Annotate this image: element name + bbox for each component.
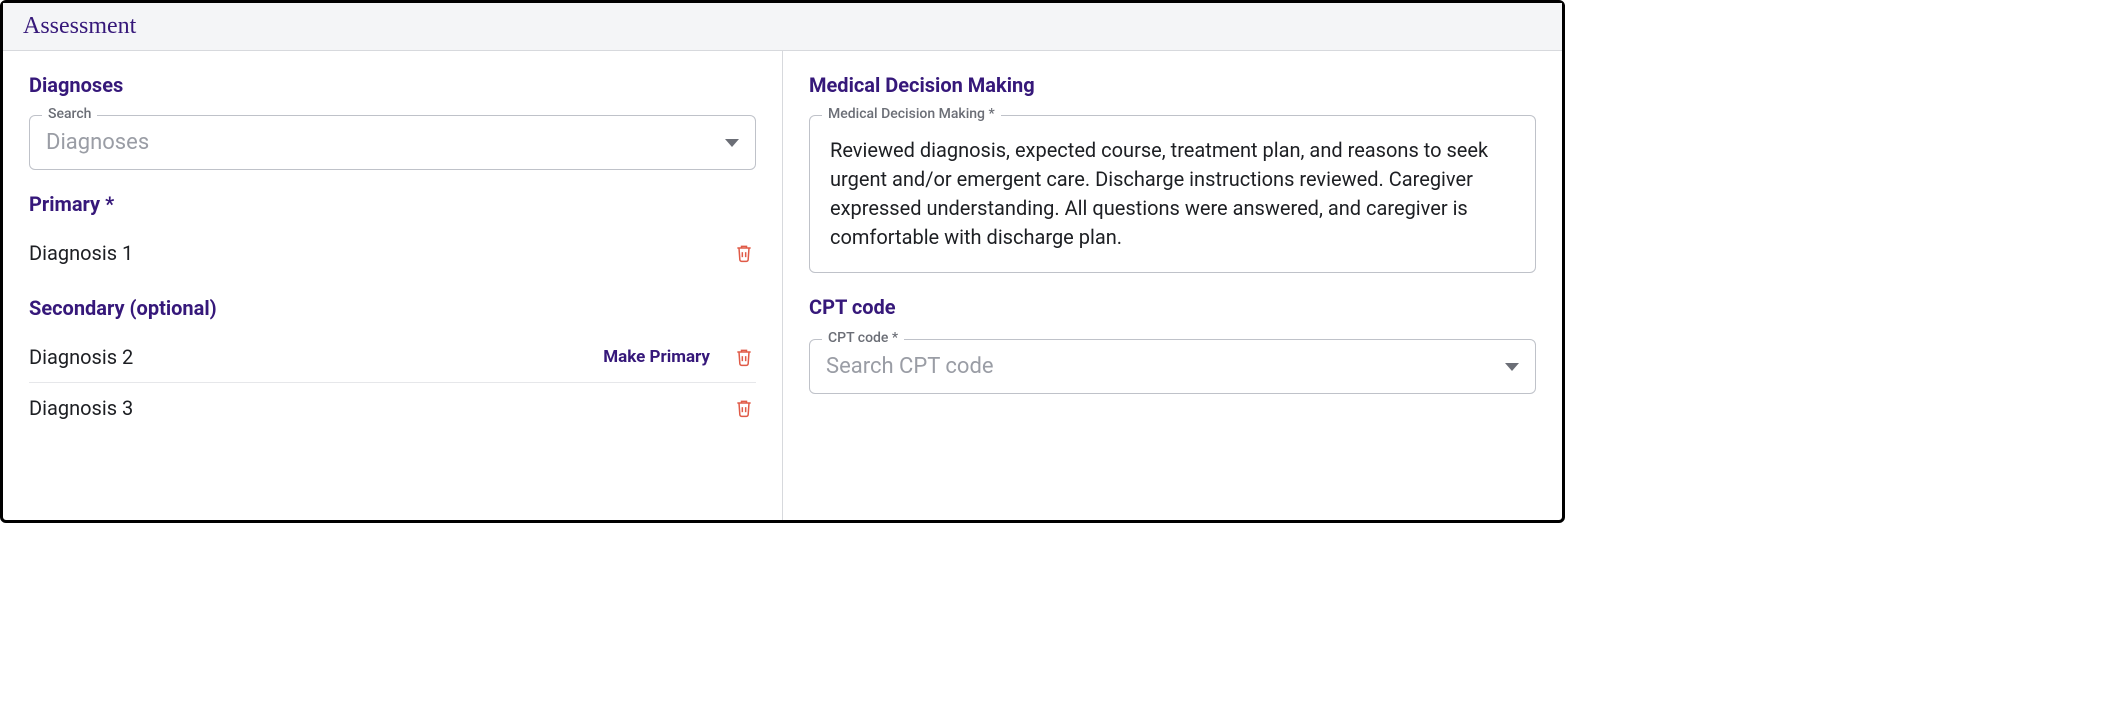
secondary-diagnosis-actions: Make Primary — [603, 344, 756, 370]
diagnoses-heading: Diagnoses — [29, 73, 756, 97]
mdm-text-content[interactable]: Reviewed diagnosis, expected course, tre… — [830, 136, 1515, 252]
secondary-diagnosis-label: Diagnosis 3 — [29, 396, 133, 420]
delete-primary-diagnosis-button[interactable] — [732, 240, 756, 266]
trash-icon — [734, 397, 754, 419]
cpt-legend: CPT code * — [822, 330, 904, 346]
assessment-panel: Assessment Diagnoses Search Diagnoses Pr… — [0, 0, 1565, 523]
cpt-field[interactable]: CPT code * Search CPT code — [809, 339, 1536, 394]
diagnoses-search-select[interactable]: Diagnoses — [30, 116, 755, 169]
diagnoses-search-placeholder: Diagnoses — [46, 130, 149, 155]
primary-diagnosis-label: Diagnosis 1 — [29, 241, 133, 265]
diagnoses-search-legend: Search — [42, 106, 97, 122]
secondary-diagnosis-row: Diagnosis 2 Make Primary — [29, 332, 756, 382]
cpt-heading: CPT code — [809, 295, 1536, 319]
primary-heading: Primary * — [29, 192, 756, 216]
mdm-heading: Medical Decision Making — [809, 73, 1536, 97]
delete-secondary-diagnosis-button[interactable] — [732, 395, 756, 421]
mdm-column: Medical Decision Making Medical Decision… — [783, 51, 1562, 520]
panel-header: Assessment — [3, 3, 1562, 51]
diagnoses-search-field[interactable]: Search Diagnoses — [29, 115, 756, 170]
panel-title: Assessment — [23, 13, 1542, 40]
panel-content: Diagnoses Search Diagnoses Primary * Dia… — [3, 51, 1562, 520]
diagnoses-column: Diagnoses Search Diagnoses Primary * Dia… — [3, 51, 783, 520]
cpt-placeholder: Search CPT code — [826, 354, 994, 379]
secondary-diagnosis-row: Diagnosis 3 — [29, 382, 756, 433]
secondary-heading: Secondary (optional) — [29, 296, 756, 320]
secondary-diagnosis-actions — [732, 395, 756, 421]
make-primary-button[interactable]: Make Primary — [603, 347, 710, 367]
caret-down-icon — [725, 139, 739, 147]
delete-secondary-diagnosis-button[interactable] — [732, 344, 756, 370]
secondary-diagnosis-label: Diagnosis 2 — [29, 345, 133, 369]
primary-diagnosis-row: Diagnosis 1 — [29, 228, 756, 278]
caret-down-icon — [1505, 363, 1519, 371]
trash-icon — [734, 346, 754, 368]
mdm-legend: Medical Decision Making * — [822, 106, 1001, 122]
mdm-field[interactable]: Medical Decision Making * Reviewed diagn… — [809, 115, 1536, 273]
primary-diagnosis-actions — [732, 240, 756, 266]
trash-icon — [734, 242, 754, 264]
cpt-select[interactable]: Search CPT code — [810, 340, 1535, 393]
